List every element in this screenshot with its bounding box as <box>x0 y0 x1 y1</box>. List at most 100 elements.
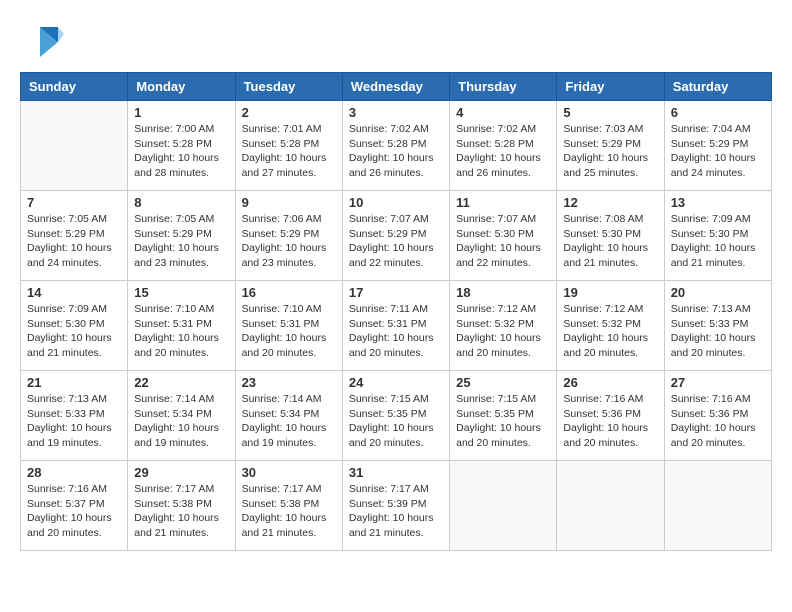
day-info: Sunrise: 7:15 AMSunset: 5:35 PMDaylight:… <box>456 392 550 451</box>
day-info: Sunrise: 7:12 AMSunset: 5:32 PMDaylight:… <box>563 302 657 361</box>
calendar-cell <box>450 461 557 551</box>
calendar-cell: 27 Sunrise: 7:16 AMSunset: 5:36 PMDayligh… <box>664 371 771 461</box>
day-number: 7 <box>27 195 121 210</box>
weekday-header: Tuesday <box>235 73 342 101</box>
day-info: Sunrise: 7:06 AMSunset: 5:29 PMDaylight:… <box>242 212 336 271</box>
day-number: 8 <box>134 195 228 210</box>
calendar-cell: 13 Sunrise: 7:09 AMSunset: 5:30 PMDayligh… <box>664 191 771 281</box>
calendar-cell: 16Sunrise: 7:10 AMSunset: 5:31 PMDayligh… <box>235 281 342 371</box>
calendar-week-row: 14 Sunrise: 7:09 AMSunset: 5:30 PMDayligh… <box>21 281 772 371</box>
calendar-cell: 11 Sunrise: 7:07 AMSunset: 5:30 PMDayligh… <box>450 191 557 281</box>
day-info: Sunrise: 7:02 AMSunset: 5:28 PMDaylight:… <box>349 122 443 181</box>
day-info: Sunrise: 7:10 AMSunset: 5:31 PMDaylight:… <box>134 302 228 361</box>
day-number: 23 <box>242 375 336 390</box>
calendar-cell: 15 Sunrise: 7:10 AMSunset: 5:31 PMDayligh… <box>128 281 235 371</box>
day-number: 21 <box>27 375 121 390</box>
calendar-cell: 20 Sunrise: 7:13 AMSunset: 5:33 PMDayligh… <box>664 281 771 371</box>
day-info: Sunrise: 7:13 AMSunset: 5:33 PMDaylight:… <box>671 302 765 361</box>
calendar-cell: 30 Sunrise: 7:17 AMSunset: 5:38 PMDayligh… <box>235 461 342 551</box>
day-number: 16 <box>242 285 336 300</box>
weekday-header: Thursday <box>450 73 557 101</box>
day-info: Sunrise: 7:17 AMSunset: 5:39 PMDaylight:… <box>349 482 443 541</box>
calendar-cell: 18Sunrise: 7:12 AMSunset: 5:32 PMDayligh… <box>450 281 557 371</box>
day-number: 5 <box>563 105 657 120</box>
day-number: 28 <box>27 465 121 480</box>
logo <box>20 20 68 62</box>
calendar-cell: 12 Sunrise: 7:08 AMSunset: 5:30 PMDayligh… <box>557 191 664 281</box>
day-info: Sunrise: 7:16 AMSunset: 5:36 PMDaylight:… <box>671 392 765 451</box>
weekday-header: Monday <box>128 73 235 101</box>
day-info: Sunrise: 7:03 AMSunset: 5:29 PMDaylight:… <box>563 122 657 181</box>
calendar-cell: 19 Sunrise: 7:12 AMSunset: 5:32 PMDayligh… <box>557 281 664 371</box>
day-number: 3 <box>349 105 443 120</box>
day-number: 11 <box>456 195 550 210</box>
day-info: Sunrise: 7:09 AMSunset: 5:30 PMDaylight:… <box>27 302 121 361</box>
calendar-cell: 4Sunrise: 7:02 AMSunset: 5:28 PMDaylight… <box>450 101 557 191</box>
calendar-cell: 31 Sunrise: 7:17 AMSunset: 5:39 PMDayligh… <box>342 461 449 551</box>
calendar-cell: 8 Sunrise: 7:05 AMSunset: 5:29 PMDaylight… <box>128 191 235 281</box>
day-info: Sunrise: 7:01 AMSunset: 5:28 PMDaylight:… <box>242 122 336 181</box>
header <box>20 20 772 62</box>
day-number: 2 <box>242 105 336 120</box>
calendar-cell: 5 Sunrise: 7:03 AMSunset: 5:29 PMDaylight… <box>557 101 664 191</box>
day-info: Sunrise: 7:13 AMSunset: 5:33 PMDaylight:… <box>27 392 121 451</box>
calendar-cell: 23Sunrise: 7:14 AMSunset: 5:34 PMDayligh… <box>235 371 342 461</box>
calendar-cell: 2 Sunrise: 7:01 AMSunset: 5:28 PMDaylight… <box>235 101 342 191</box>
day-info: Sunrise: 7:09 AMSunset: 5:30 PMDaylight:… <box>671 212 765 271</box>
day-info: Sunrise: 7:15 AMSunset: 5:35 PMDaylight:… <box>349 392 443 451</box>
day-info: Sunrise: 7:07 AMSunset: 5:29 PMDaylight:… <box>349 212 443 271</box>
day-info: Sunrise: 7:05 AMSunset: 5:29 PMDaylight:… <box>134 212 228 271</box>
day-number: 31 <box>349 465 443 480</box>
weekday-header-row: SundayMondayTuesdayWednesdayThursdayFrid… <box>21 73 772 101</box>
day-info: Sunrise: 7:11 AMSunset: 5:31 PMDaylight:… <box>349 302 443 361</box>
calendar-cell: 7 Sunrise: 7:05 AMSunset: 5:29 PMDaylight… <box>21 191 128 281</box>
day-info: Sunrise: 7:14 AMSunset: 5:34 PMDaylight:… <box>134 392 228 451</box>
day-number: 25 <box>456 375 550 390</box>
day-number: 12 <box>563 195 657 210</box>
day-number: 22 <box>134 375 228 390</box>
day-number: 9 <box>242 195 336 210</box>
day-number: 20 <box>671 285 765 300</box>
day-info: Sunrise: 7:05 AMSunset: 5:29 PMDaylight:… <box>27 212 121 271</box>
day-number: 27 <box>671 375 765 390</box>
calendar-week-row: 21 Sunrise: 7:13 AMSunset: 5:33 PMDayligh… <box>21 371 772 461</box>
logo-icon <box>20 22 64 62</box>
day-info: Sunrise: 7:12 AMSunset: 5:32 PMDaylight:… <box>456 302 550 361</box>
day-number: 29 <box>134 465 228 480</box>
calendar-cell <box>664 461 771 551</box>
calendar-cell: 6Sunrise: 7:04 AMSunset: 5:29 PMDaylight… <box>664 101 771 191</box>
calendar-cell: 26Sunrise: 7:16 AMSunset: 5:36 PMDayligh… <box>557 371 664 461</box>
calendar-cell: 14 Sunrise: 7:09 AMSunset: 5:30 PMDayligh… <box>21 281 128 371</box>
day-info: Sunrise: 7:00 AMSunset: 5:28 PMDaylight:… <box>134 122 228 181</box>
calendar-week-row: 28 Sunrise: 7:16 AMSunset: 5:37 PMDayligh… <box>21 461 772 551</box>
calendar-cell <box>557 461 664 551</box>
day-number: 1 <box>134 105 228 120</box>
calendar-cell: 25 Sunrise: 7:15 AMSunset: 5:35 PMDayligh… <box>450 371 557 461</box>
day-number: 14 <box>27 285 121 300</box>
calendar-cell: 10 Sunrise: 7:07 AMSunset: 5:29 PMDayligh… <box>342 191 449 281</box>
calendar-cell <box>21 101 128 191</box>
day-number: 13 <box>671 195 765 210</box>
calendar-cell: 28 Sunrise: 7:16 AMSunset: 5:37 PMDayligh… <box>21 461 128 551</box>
day-info: Sunrise: 7:16 AMSunset: 5:37 PMDaylight:… <box>27 482 121 541</box>
day-number: 10 <box>349 195 443 210</box>
day-info: Sunrise: 7:07 AMSunset: 5:30 PMDaylight:… <box>456 212 550 271</box>
day-info: Sunrise: 7:17 AMSunset: 5:38 PMDaylight:… <box>242 482 336 541</box>
calendar-cell: 21 Sunrise: 7:13 AMSunset: 5:33 PMDayligh… <box>21 371 128 461</box>
weekday-header: Saturday <box>664 73 771 101</box>
day-number: 30 <box>242 465 336 480</box>
weekday-header: Friday <box>557 73 664 101</box>
calendar-week-row: 1 Sunrise: 7:00 AMSunset: 5:28 PMDaylight… <box>21 101 772 191</box>
day-number: 6 <box>671 105 765 120</box>
day-number: 24 <box>349 375 443 390</box>
day-number: 19 <box>563 285 657 300</box>
calendar-cell: 17Sunrise: 7:11 AMSunset: 5:31 PMDayligh… <box>342 281 449 371</box>
day-number: 15 <box>134 285 228 300</box>
day-number: 26 <box>563 375 657 390</box>
calendar-cell: 29 Sunrise: 7:17 AMSunset: 5:38 PMDayligh… <box>128 461 235 551</box>
day-info: Sunrise: 7:17 AMSunset: 5:38 PMDaylight:… <box>134 482 228 541</box>
weekday-header: Wednesday <box>342 73 449 101</box>
day-info: Sunrise: 7:08 AMSunset: 5:30 PMDaylight:… <box>563 212 657 271</box>
calendar-week-row: 7 Sunrise: 7:05 AMSunset: 5:29 PMDaylight… <box>21 191 772 281</box>
calendar-cell: 1 Sunrise: 7:00 AMSunset: 5:28 PMDaylight… <box>128 101 235 191</box>
